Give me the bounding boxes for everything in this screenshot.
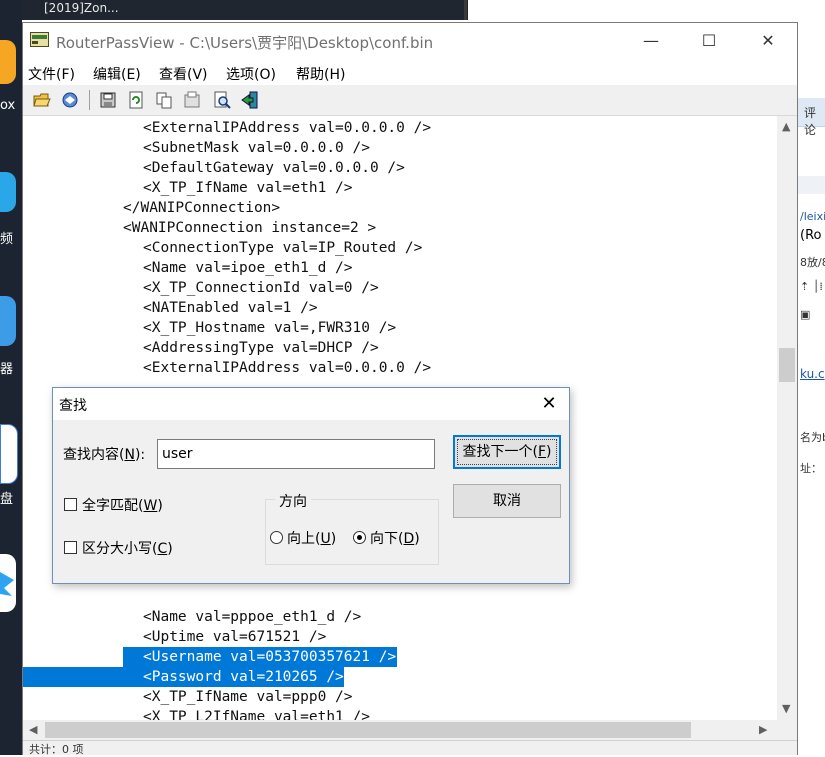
save-icon[interactable] bbox=[99, 91, 117, 109]
title-bar[interactable]: RouterPassView - C:\Users\贾宇阳\Desktop\co… bbox=[23, 23, 797, 61]
vertical-scrollbar[interactable]: ▲ ▼ bbox=[777, 116, 797, 720]
xml-line[interactable]: <DefaultGateway val=0.0.0.0 /> bbox=[143, 158, 405, 178]
menu-options[interactable]: 选项(O) bbox=[226, 64, 276, 84]
background-tab-bar[interactable]: 评论 bbox=[798, 98, 825, 137]
direction-up-radio[interactable] bbox=[270, 531, 283, 544]
desktop-label-4: 盘 bbox=[0, 492, 14, 507]
xml-line[interactable]: <Name val=pppoe_eth1_d /> bbox=[143, 607, 361, 627]
whole-word-checkbox[interactable] bbox=[64, 498, 77, 511]
desktop-top-window-text: [2019]Zon... bbox=[44, 1, 119, 15]
properties-icon[interactable] bbox=[183, 91, 201, 109]
window-title: RouterPassView - C:\Users\贾宇阳\Desktop\co… bbox=[56, 34, 434, 52]
app-icon-disk[interactable] bbox=[0, 424, 18, 484]
desktop-icons-strip: ox 频 器 盘 bbox=[0, 0, 22, 755]
scroll-up-icon[interactable]: ▲ bbox=[782, 120, 790, 133]
direction-group-label: 方向 bbox=[275, 491, 311, 511]
horizontal-scroll-thumb[interactable] bbox=[45, 722, 691, 738]
app-icon-video[interactable] bbox=[0, 172, 16, 212]
desktop-label-1: ox bbox=[0, 98, 16, 113]
direction-down-radio[interactable] bbox=[353, 531, 366, 544]
menu-edit[interactable]: 编辑(E) bbox=[93, 64, 141, 84]
xml-line[interactable]: <AddressingType val=DHCP /> bbox=[143, 338, 379, 358]
minimize-button[interactable]: — bbox=[628, 27, 674, 55]
menu-file[interactable]: 文件(F) bbox=[28, 64, 75, 84]
exit-icon[interactable] bbox=[241, 91, 259, 109]
xml-line[interactable]: <X_TP_Hostname val=,FWR310 /> bbox=[143, 318, 396, 338]
status-bar: 共计：0 项 bbox=[23, 740, 797, 756]
toolbar bbox=[23, 85, 797, 116]
background-text: 8放/8 bbox=[800, 256, 825, 269]
match-case-label: 区分大小写(C) bbox=[82, 541, 173, 557]
xml-line[interactable]: <NATEnabled val=1 /> bbox=[143, 298, 318, 318]
background-text: 址： bbox=[800, 462, 822, 475]
xml-line[interactable]: <X_TP_ConnectionId val=0 /> bbox=[143, 278, 379, 298]
xml-line[interactable]: <Name val=ipoe_eth1_d /> bbox=[143, 258, 353, 278]
xml-line[interactable]: <X_TP_L2IfName val=eth1 /> bbox=[143, 707, 370, 720]
desktop-label-2: 频 bbox=[0, 232, 14, 247]
xml-line[interactable]: <WANIPConnection instance=2 > bbox=[123, 218, 376, 238]
selected-xml-line[interactable]: <Username val=053700357621 /> bbox=[143, 647, 396, 667]
find-icon[interactable] bbox=[213, 91, 231, 109]
background-text: 名为b bbox=[800, 431, 825, 444]
scroll-left-icon[interactable]: ◀ bbox=[29, 723, 37, 736]
maximize-button[interactable]: ☐ bbox=[686, 27, 732, 55]
menu-help[interactable]: 帮助(H) bbox=[296, 64, 345, 84]
close-button[interactable]: ✕ bbox=[745, 27, 791, 55]
xml-line[interactable]: <SubnetMask val=0.0.0.0 /> bbox=[143, 138, 370, 158]
xml-line[interactable]: </WANIPConnection> bbox=[123, 198, 280, 218]
background-tab-label: 评论 bbox=[804, 106, 817, 137]
refresh-icon[interactable] bbox=[127, 91, 145, 109]
vertical-scroll-thumb[interactable] bbox=[779, 348, 795, 382]
match-case-checkbox[interactable] bbox=[64, 541, 77, 554]
xml-line[interactable]: <X_TP_IfName val=eth1 /> bbox=[143, 178, 353, 198]
find-what-label: 查找内容(N): bbox=[63, 447, 146, 463]
find-dialog-title-bar[interactable]: 查找 ✕ bbox=[53, 388, 569, 420]
find-dialog: 查找 ✕ 查找内容(N): 查找下一个(F) 取消 全字匹配(W) 区分大小写(… bbox=[52, 387, 570, 584]
background-text: (Ro bbox=[800, 228, 822, 243]
xml-line[interactable]: <ExternalIPAddress val=0.0.0.0 /> bbox=[143, 118, 431, 138]
app-icon bbox=[30, 32, 49, 47]
background-icons: ⇡ │⁞ bbox=[800, 280, 823, 293]
xml-line[interactable]: <Uptime val=671521 /> bbox=[143, 627, 326, 647]
desktop-label-3: 器 bbox=[0, 362, 14, 377]
find-what-input[interactable] bbox=[157, 439, 435, 469]
cancel-button[interactable]: 取消 bbox=[453, 484, 561, 518]
find-dialog-close-icon[interactable]: ✕ bbox=[535, 391, 563, 417]
xml-line[interactable]: <ConnectionType val=IP_Routed /> bbox=[143, 238, 422, 258]
whole-word-label: 全字匹配(W) bbox=[82, 498, 163, 514]
find-dialog-title: 查找 bbox=[59, 398, 87, 414]
find-next-button[interactable]: 查找下一个(F) bbox=[453, 435, 561, 469]
scroll-right-icon[interactable]: ▶ bbox=[759, 723, 767, 736]
open-icon[interactable] bbox=[33, 91, 51, 109]
app-icon-cloud[interactable] bbox=[0, 296, 16, 346]
open-config-icon[interactable] bbox=[61, 91, 79, 109]
direction-down-label: 向下(D) bbox=[370, 531, 420, 547]
selected-xml-line[interactable]: <Password val=210265 /> bbox=[143, 667, 344, 687]
desktop-taskbar-strip: x [2019]Zon... bbox=[0, 0, 468, 20]
background-browser-window: 评论 /leixia (Ro 8放/8 ⇡ │⁞ ▣ ku.c 名为b 址： bbox=[798, 20, 825, 755]
menu-view[interactable]: 查看(V) bbox=[159, 64, 208, 84]
scroll-corner bbox=[777, 720, 797, 740]
horizontal-scrollbar[interactable]: ◀ ▶ bbox=[23, 720, 777, 740]
xml-line[interactable]: <ExternalIPAddress val=0.0.0.0 /> bbox=[143, 358, 431, 378]
app-icon-orange[interactable] bbox=[0, 40, 16, 84]
background-image-icon: ▣ bbox=[800, 308, 811, 321]
background-text: /leixia bbox=[800, 210, 825, 223]
scroll-down-icon[interactable]: ▼ bbox=[782, 702, 790, 715]
xml-line[interactable]: <X_TP_IfName val=ppp0 /> bbox=[143, 687, 353, 707]
app-icon-bird[interactable] bbox=[0, 554, 16, 612]
background-link[interactable]: ku.c bbox=[800, 367, 825, 381]
menu-bar: 文件(F) 编辑(E) 查看(V) 选项(O) 帮助(H) bbox=[23, 61, 797, 85]
direction-up-label: 向上(U) bbox=[287, 531, 337, 547]
copy-icon[interactable] bbox=[155, 91, 173, 109]
